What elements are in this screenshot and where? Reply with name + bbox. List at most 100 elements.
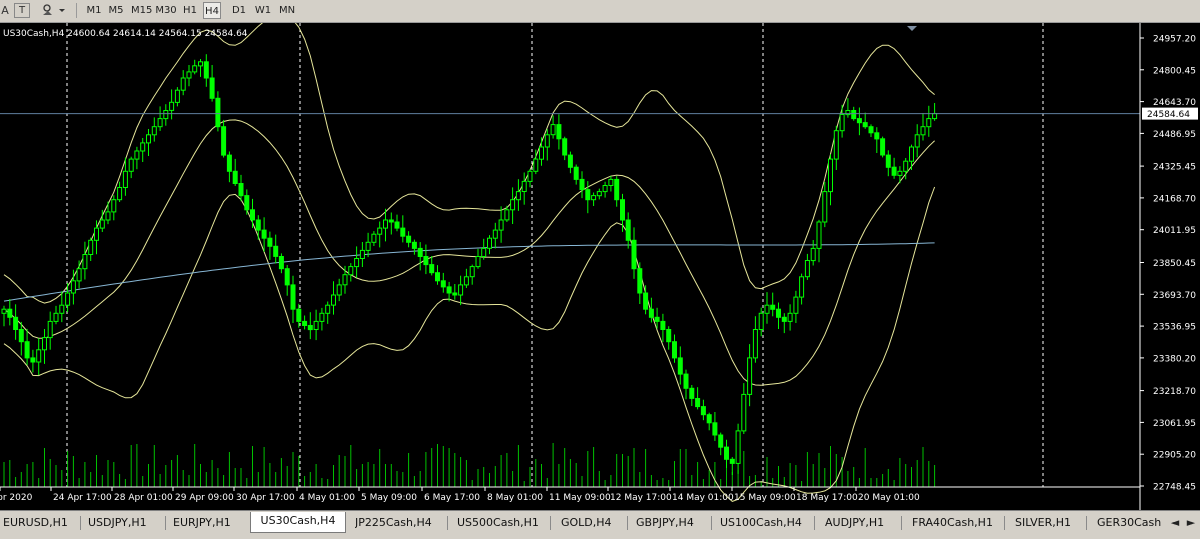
candle-body	[527, 170, 533, 182]
volume-bar	[223, 475, 225, 487]
volume-bar	[916, 460, 918, 487]
candle-body	[313, 320, 319, 330]
volume-bar	[61, 470, 63, 487]
timeframe-button-m5[interactable]: M5	[107, 2, 125, 19]
candle-body	[198, 61, 203, 67]
volume-bar	[795, 465, 797, 487]
timeframe-button-h1[interactable]: H1	[181, 2, 199, 19]
volume-bar	[257, 472, 259, 487]
volume-bar	[67, 451, 69, 487]
candle-body	[278, 256, 284, 270]
volume-bar	[96, 455, 97, 487]
timeframe-button-mn[interactable]: MN	[277, 2, 297, 19]
timeframe-button-h4[interactable]: H4	[203, 2, 221, 19]
timeframe-button-w1[interactable]: W1	[253, 2, 273, 19]
tab-us30cash-h4[interactable]: US30Cash,H4	[250, 512, 346, 533]
price-tick-label: 23536.95	[1153, 323, 1196, 333]
candle-body	[614, 178, 620, 201]
candle-body	[244, 195, 250, 211]
tab-us100cash-h4[interactable]: US100Cash,H4	[720, 514, 812, 532]
time-tick-label: 15 May 09:00	[734, 493, 796, 503]
candle-body	[128, 158, 134, 172]
candle-body	[533, 158, 539, 172]
volume-bar	[575, 463, 577, 487]
candle-body	[65, 292, 71, 306]
candle-body	[388, 219, 394, 223]
candle-body	[804, 260, 810, 278]
candle-body	[302, 320, 308, 326]
candle-body	[920, 126, 926, 136]
text-label-tool-icon[interactable]: A	[0, 2, 10, 19]
timeframe-button-m1[interactable]: M1	[85, 2, 103, 19]
volume-bar	[581, 476, 583, 487]
candle-body	[82, 254, 88, 270]
candle-body	[735, 430, 741, 464]
volume-bar	[541, 464, 542, 487]
time-tick-label: 4 May 01:00	[299, 493, 355, 503]
tab-fra40cash-h1[interactable]: FRA40Cash,H1	[912, 514, 1002, 532]
volume-bar	[124, 479, 126, 487]
current-price-label: 24584.64	[1147, 110, 1190, 120]
tab-gbpjpy-h4[interactable]: GBPJPY,H4	[636, 514, 716, 532]
volume-bar	[905, 464, 907, 487]
candle-body	[117, 187, 123, 201]
volume-bar	[662, 478, 664, 487]
timeframe-button-d1[interactable]: D1	[229, 2, 249, 19]
candle-body	[567, 154, 573, 168]
symbol-tabs-bar: EURUSD,H1 USDJPY,H1 EURJPY,H1 US30Cash,H…	[0, 510, 1200, 539]
volume-bar	[280, 458, 282, 487]
candle-body	[203, 61, 209, 79]
tab-eurjpy-h1[interactable]: EURJPY,H1	[173, 514, 248, 532]
candle-body	[255, 219, 261, 231]
tab-ger30cash-h4[interactable]: GER30Cash	[1097, 514, 1169, 532]
tab-silver-h1[interactable]: SILVER,H1	[1015, 514, 1085, 532]
candle-body	[24, 341, 30, 359]
timeframe-button-m30[interactable]: M30	[155, 2, 177, 19]
candle-body	[510, 199, 516, 211]
volume-bar	[893, 480, 895, 487]
chart-area[interactable]: 24957.20 24800.45 24643.70 24486.95 24325.45…	[0, 23, 1200, 510]
candle-body	[7, 308, 13, 318]
volume-bar	[84, 462, 86, 487]
candle-body	[498, 219, 504, 231]
volume-bar	[489, 473, 490, 487]
tab-separator	[814, 516, 815, 530]
candle-body	[140, 142, 146, 152]
price-tick-label: 24486.95	[1153, 130, 1196, 140]
tab-gold-h4[interactable]: GOLD,H4	[561, 514, 627, 532]
tab-audjpy-h1[interactable]: AUDJPY,H1	[825, 514, 905, 532]
price-chart[interactable]: 24957.20 24800.45 24643.70 24486.95 24325.45…	[0, 23, 1200, 510]
candle-body	[579, 178, 585, 190]
candle-body	[637, 268, 643, 294]
candle-body	[932, 113, 938, 120]
tab-usdjpy-h1[interactable]: USDJPY,H1	[88, 514, 166, 532]
volume-bar	[494, 466, 496, 487]
candle-body	[781, 316, 787, 322]
tab-us500cash-h1[interactable]: US500Cash,H1	[457, 514, 547, 532]
candle-body	[620, 199, 625, 221]
volume-bar	[448, 448, 450, 487]
chart-background	[0, 23, 1200, 510]
tab-eurusd-h1[interactable]: EURUSD,H1	[0, 514, 79, 532]
candle-body	[47, 320, 53, 339]
candle-body	[76, 268, 82, 282]
volume-bar	[200, 464, 201, 487]
candle-body	[695, 398, 701, 408]
candle-body	[163, 110, 169, 120]
volume-bar	[350, 445, 352, 487]
candle-body	[521, 180, 527, 192]
volume-bar	[269, 463, 271, 487]
timeframe-button-m15[interactable]: M15	[131, 2, 152, 19]
tab-jp225cash-h4[interactable]: JP225Cash,H4	[355, 514, 445, 532]
candle-body	[787, 312, 793, 322]
volume-bar	[668, 480, 670, 487]
candle-body	[481, 247, 487, 257]
candle-body	[515, 191, 521, 201]
text-tool-icon[interactable]: T	[14, 3, 30, 18]
candle-body	[267, 237, 273, 247]
shapes-icon[interactable]	[38, 2, 68, 19]
volume-bar	[899, 458, 901, 487]
candle-body	[435, 272, 440, 282]
volume-bar	[15, 477, 17, 487]
tabs-scroll-right-icon[interactable]: ►	[1182, 514, 1200, 532]
